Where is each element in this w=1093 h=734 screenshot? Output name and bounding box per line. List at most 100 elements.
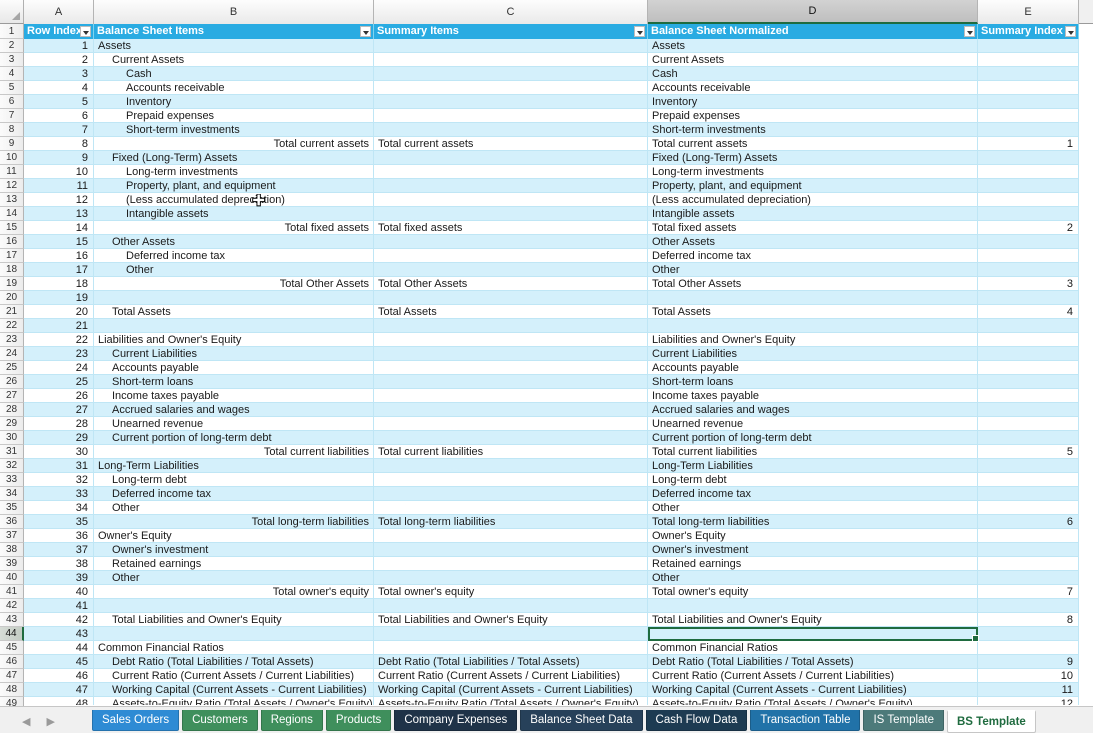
cell-summary-item[interactable]: [374, 67, 648, 81]
row-header-1[interactable]: 1: [0, 24, 24, 39]
cell-row-index[interactable]: 31: [24, 459, 94, 473]
sheet-tab-customers[interactable]: Customers: [182, 710, 258, 731]
cell-row-index[interactable]: 46: [24, 669, 94, 683]
cell-balance-sheet-item[interactable]: Total current liabilities: [94, 445, 374, 459]
cell-balance-sheet-normalized[interactable]: (Less accumulated depreciation): [648, 193, 978, 207]
cell-summary-index[interactable]: 12: [978, 697, 1079, 705]
cell-summary-index[interactable]: [978, 193, 1079, 207]
cell-summary-item[interactable]: [374, 123, 648, 137]
cell-row-index[interactable]: 19: [24, 291, 94, 305]
cell-balance-sheet-item[interactable]: Total owner's equity: [94, 585, 374, 599]
row-header-14[interactable]: 14: [0, 207, 24, 221]
cell-balance-sheet-item[interactable]: [94, 319, 374, 333]
cell-row-index[interactable]: 20: [24, 305, 94, 319]
cell-balance-sheet-item[interactable]: [94, 627, 374, 641]
cell-balance-sheet-item[interactable]: Total Other Assets: [94, 277, 374, 291]
select-all-corner[interactable]: [0, 0, 24, 24]
cell-balance-sheet-item[interactable]: Total fixed assets: [94, 221, 374, 235]
cell-summary-index[interactable]: [978, 641, 1079, 655]
cell-summary-index[interactable]: [978, 473, 1079, 487]
row-header-4[interactable]: 4: [0, 67, 24, 81]
cell-balance-sheet-normalized[interactable]: Deferred income tax: [648, 487, 978, 501]
cell-row-index[interactable]: 48: [24, 697, 94, 705]
cell-balance-sheet-item[interactable]: Fixed (Long-Term) Assets: [94, 151, 374, 165]
row-header-3[interactable]: 3: [0, 53, 24, 67]
cell-balance-sheet-item[interactable]: Long-term debt: [94, 473, 374, 487]
row-header-16[interactable]: 16: [0, 235, 24, 249]
cell-summary-index[interactable]: [978, 417, 1079, 431]
row-header-9[interactable]: 9: [0, 137, 24, 151]
cell-balance-sheet-normalized[interactable]: Property, plant, and equipment: [648, 179, 978, 193]
cell-summary-item[interactable]: [374, 641, 648, 655]
cell-row-index[interactable]: 9: [24, 151, 94, 165]
cell-balance-sheet-item[interactable]: Prepaid expenses: [94, 109, 374, 123]
row-header-28[interactable]: 28: [0, 403, 24, 417]
cell-row-index[interactable]: 7: [24, 123, 94, 137]
cell-summary-index[interactable]: [978, 389, 1079, 403]
cell-summary-index[interactable]: [978, 347, 1079, 361]
row-header-44[interactable]: 44: [0, 627, 24, 641]
cell-balance-sheet-normalized[interactable]: Total owner's equity: [648, 585, 978, 599]
cell-balance-sheet-item[interactable]: Other: [94, 263, 374, 277]
cell-balance-sheet-normalized[interactable]: Other: [648, 263, 978, 277]
column-header-b[interactable]: B: [94, 0, 374, 24]
cell-balance-sheet-normalized[interactable]: Total long-term liabilities: [648, 515, 978, 529]
cell-row-index[interactable]: 17: [24, 263, 94, 277]
row-header-6[interactable]: 6: [0, 95, 24, 109]
cell-balance-sheet-item[interactable]: Long-Term Liabilities: [94, 459, 374, 473]
cell-balance-sheet-normalized[interactable]: Short-term loans: [648, 375, 978, 389]
cell-balance-sheet-normalized[interactable]: [648, 319, 978, 333]
cell-summary-item[interactable]: [374, 459, 648, 473]
cell-row-index[interactable]: 27: [24, 403, 94, 417]
cell-summary-index[interactable]: [978, 151, 1079, 165]
row-header-35[interactable]: 35: [0, 501, 24, 515]
cell-balance-sheet-normalized[interactable]: Total Liabilities and Owner's Equity: [648, 613, 978, 627]
tab-nav-next-icon[interactable]: ▶: [46, 715, 54, 728]
row-header-20[interactable]: 20: [0, 291, 24, 305]
cell-row-index[interactable]: 24: [24, 361, 94, 375]
cell-balance-sheet-item[interactable]: Cash: [94, 67, 374, 81]
cell-summary-item[interactable]: [374, 361, 648, 375]
cell-row-index[interactable]: 13: [24, 207, 94, 221]
cell-balance-sheet-normalized[interactable]: Unearned revenue: [648, 417, 978, 431]
cell-summary-item[interactable]: Working Capital (Current Assets - Curren…: [374, 683, 648, 697]
cell-balance-sheet-item[interactable]: Total current assets: [94, 137, 374, 151]
sheet-tabs[interactable]: Sales Orders Customers Regions Products Comp…: [92, 710, 1039, 734]
cell-summary-index[interactable]: [978, 571, 1079, 585]
cell-balance-sheet-item[interactable]: Deferred income tax: [94, 487, 374, 501]
cell-summary-item[interactable]: Assets-to-Equity Ratio (Total Assets / O…: [374, 697, 648, 705]
cell-balance-sheet-item[interactable]: Owner's investment: [94, 543, 374, 557]
row-header-39[interactable]: 39: [0, 557, 24, 571]
column-header-d[interactable]: D: [648, 0, 978, 24]
cell-grid[interactable]: Row Index Balance Sheet Items Summary Item…: [24, 24, 1093, 705]
cell-summary-index[interactable]: [978, 487, 1079, 501]
cell-summary-index[interactable]: 9: [978, 655, 1079, 669]
cell-summary-item[interactable]: Current Ratio (Current Assets / Current …: [374, 669, 648, 683]
cell-summary-item[interactable]: Total Assets: [374, 305, 648, 319]
cell-summary-index[interactable]: 8: [978, 613, 1079, 627]
sheet-tab-cash-flow-data[interactable]: Cash Flow Data: [645, 710, 748, 731]
cell-summary-index[interactable]: [978, 81, 1079, 95]
cell-balance-sheet-item[interactable]: Income taxes payable: [94, 389, 374, 403]
cell-balance-sheet-item[interactable]: Other: [94, 571, 374, 585]
cell-summary-item[interactable]: [374, 193, 648, 207]
sheet-tab-balance-sheet-data[interactable]: Balance Sheet Data: [520, 710, 643, 731]
cell-balance-sheet-normalized[interactable]: Inventory: [648, 95, 978, 109]
cell-summary-index[interactable]: [978, 67, 1079, 81]
cell-balance-sheet-normalized[interactable]: Current Liabilities: [648, 347, 978, 361]
row-header-34[interactable]: 34: [0, 487, 24, 501]
cell-row-index[interactable]: 11: [24, 179, 94, 193]
cell-balance-sheet-item[interactable]: Assets: [94, 39, 374, 53]
cell-balance-sheet-item[interactable]: Current portion of long-term debt: [94, 431, 374, 445]
cell-summary-item[interactable]: [374, 473, 648, 487]
cell-summary-index[interactable]: [978, 375, 1079, 389]
cell-row-index[interactable]: 26: [24, 389, 94, 403]
cell-balance-sheet-normalized[interactable]: Working Capital (Current Assets - Curren…: [648, 683, 978, 697]
cell-balance-sheet-item[interactable]: Deferred income tax: [94, 249, 374, 263]
cell-balance-sheet-normalized[interactable]: Accounts payable: [648, 361, 978, 375]
row-header-43[interactable]: 43: [0, 613, 24, 627]
tab-navigation-buttons[interactable]: ◀ ▶: [22, 713, 92, 729]
cell-row-index[interactable]: 5: [24, 95, 94, 109]
cell-summary-index[interactable]: 5: [978, 445, 1079, 459]
cell-summary-item[interactable]: [374, 403, 648, 417]
